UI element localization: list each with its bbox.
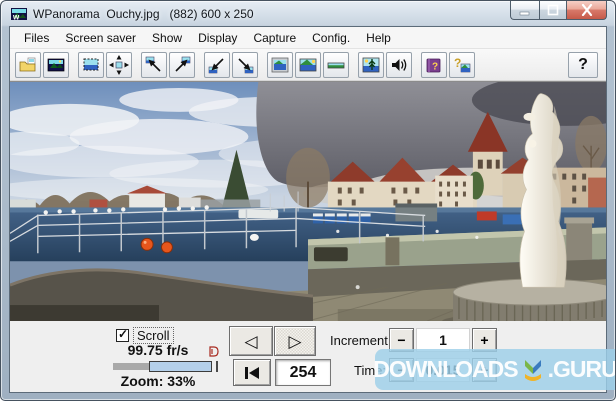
slider-thumb[interactable] [149, 361, 212, 372]
step-left-icon[interactable] [204, 51, 230, 78]
close-icon [581, 4, 592, 16]
rewind-icon [245, 366, 259, 379]
scroll-left-button[interactable]: ◁ [229, 326, 273, 356]
menu-bar: Files Screen saver Show Display Capture … [10, 27, 606, 49]
stretch-width-icon[interactable] [323, 51, 349, 78]
menu-capture[interactable]: Capture [245, 29, 304, 47]
full-view-icon[interactable] [295, 51, 321, 78]
left-triangle-icon: ◁ [244, 331, 258, 351]
fit-window-icon[interactable] [267, 51, 293, 78]
toolbar: ? ? ? [10, 49, 606, 81]
maximize-button[interactable] [539, 1, 567, 20]
minimize-icon [519, 11, 530, 16]
menu-show[interactable]: Show [144, 29, 190, 47]
client-area: Files Screen saver Show Display Capture … [9, 26, 607, 393]
scroll-right-button[interactable]: ▷ [274, 326, 316, 356]
rewind-button[interactable] [233, 359, 271, 386]
scroll-to-right-icon[interactable] [169, 51, 195, 78]
frame-counter: 254 [275, 359, 331, 386]
minimize-button[interactable] [510, 1, 539, 20]
context-help-icon[interactable]: ? [449, 51, 475, 78]
slideshow-tree-icon[interactable] [358, 51, 384, 78]
app-window: w WPanorama Ouchy.jpg (882) 600 x 250 Fi… [0, 0, 616, 401]
menu-help[interactable]: Help [358, 29, 399, 47]
panorama-file-icon[interactable] [43, 51, 69, 78]
open-folder-icon[interactable] [15, 51, 41, 78]
panorama-image [10, 82, 606, 321]
step-right-icon[interactable] [232, 51, 258, 78]
title-bar[interactable]: w WPanorama Ouchy.jpg (882) 600 x 250 [9, 1, 607, 26]
svg-text:?: ? [432, 61, 438, 72]
app-icon: w [11, 7, 27, 21]
window-title: WPanorama Ouchy.jpg (882) 600 x 250 [33, 6, 254, 21]
caption-buttons [510, 1, 607, 20]
framerate-value: 99.75 fr/s [127, 342, 189, 358]
menu-config[interactable]: Config. [304, 29, 358, 47]
pan-arrows-icon[interactable] [106, 51, 132, 78]
maximize-icon [547, 4, 559, 16]
foreground-wall [10, 268, 314, 321]
watermark-download-logo-icon [524, 359, 541, 381]
increment-label: Increment [330, 333, 388, 348]
scroll-toggle: Scroll [116, 327, 174, 344]
menu-files[interactable]: Files [16, 29, 57, 47]
sound-icon[interactable] [386, 51, 412, 78]
watermark: DOWNLOADS .GURU [373, 349, 616, 390]
watermark-text-left: DOWNLOADS [373, 356, 518, 382]
scroll-label[interactable]: Scroll [133, 327, 174, 344]
right-triangle-icon: ▷ [288, 331, 302, 351]
zoom-slider[interactable] [113, 361, 218, 372]
menu-display[interactable]: Display [190, 29, 245, 47]
slider-end-tick [216, 361, 218, 372]
help-button[interactable]: ? [568, 51, 598, 78]
scroll-to-left-icon[interactable] [141, 51, 167, 78]
scroll-checkbox[interactable] [116, 327, 129, 342]
framerate-meter-icon [209, 346, 219, 357]
close-button[interactable] [567, 1, 607, 20]
svg-text:w: w [12, 12, 20, 21]
panorama-viewport[interactable] [10, 81, 606, 321]
svg-text:?: ? [454, 56, 461, 70]
slider-track [113, 363, 153, 370]
copy-image-icon[interactable] [78, 51, 104, 78]
watermark-text-right: .GURU [547, 356, 616, 382]
menu-screen-saver[interactable]: Screen saver [57, 29, 144, 47]
help-book-icon[interactable]: ? [421, 51, 447, 78]
zoom-value: Zoom: 33% [120, 373, 196, 389]
